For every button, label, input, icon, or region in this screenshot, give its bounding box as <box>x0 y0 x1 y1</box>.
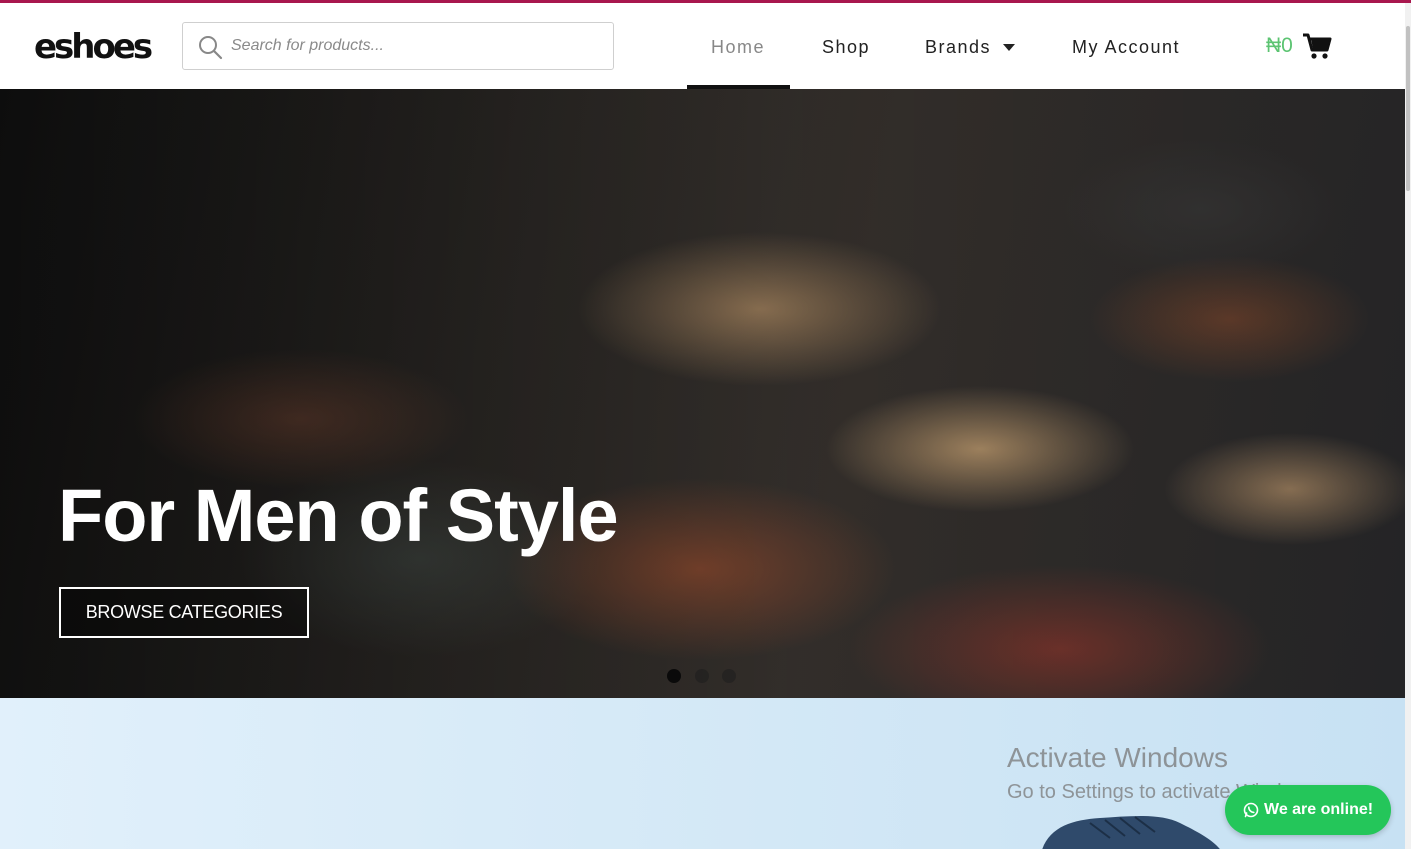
nav-brands[interactable]: Brands <box>925 36 991 58</box>
search-box[interactable] <box>182 22 614 70</box>
nav-shop[interactable]: Shop <box>822 36 870 58</box>
hero-slider: For Men of Style BROWSE CATEGORIES <box>0 89 1405 698</box>
site-header: eshoes Home Shop Brands My Account ₦0 <box>0 3 1405 89</box>
chat-label: We are online! <box>1264 801 1374 818</box>
whatsapp-chat-button[interactable]: We are online! <box>1225 785 1391 835</box>
nav-my-account[interactable]: My Account <box>1072 36 1180 58</box>
hero-title: For Men of Style <box>58 474 619 557</box>
nav-home[interactable]: Home <box>711 36 765 58</box>
cart-icon[interactable] <box>1302 32 1332 60</box>
chevron-down-icon[interactable] <box>1003 44 1015 52</box>
scrollbar-thumb[interactable] <box>1406 26 1410 191</box>
slider-dot-1[interactable] <box>667 669 681 683</box>
site-logo[interactable]: eshoes <box>34 27 153 67</box>
windows-activation-title: Activate Windows <box>1007 742 1228 773</box>
whatsapp-icon <box>1243 802 1259 818</box>
shoe-image <box>1042 816 1220 849</box>
search-input[interactable] <box>231 31 601 61</box>
cart-total[interactable]: ₦0 <box>1266 34 1293 58</box>
search-icon <box>199 36 223 60</box>
slider-dot-2[interactable] <box>695 669 709 683</box>
browse-categories-button[interactable]: BROWSE CATEGORIES <box>59 587 309 638</box>
slider-dot-3[interactable] <box>722 669 736 683</box>
